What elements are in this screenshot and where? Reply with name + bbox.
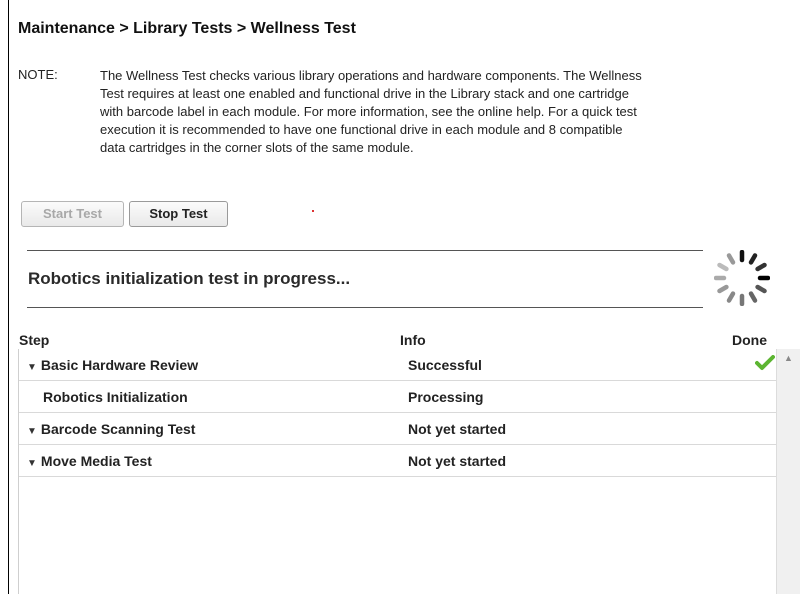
bottom-divider xyxy=(27,307,703,308)
red-dot xyxy=(312,210,314,212)
stop-test-button[interactable]: Stop Test xyxy=(129,201,228,227)
note-line: Test requires at least one enabled and f… xyxy=(100,86,629,101)
note-label: NOTE: xyxy=(18,67,58,82)
table-row[interactable]: Robotics Initialization Processing xyxy=(19,381,777,413)
step-cell: ▼ Move Media Test xyxy=(27,453,152,469)
check-icon xyxy=(755,355,775,370)
info-cell: Processing xyxy=(408,389,484,405)
grid-header: Step Info Done xyxy=(18,329,772,349)
column-done[interactable]: Done xyxy=(732,332,767,348)
table-row[interactable]: ▼ Basic Hardware Review Successful xyxy=(19,349,777,381)
start-test-button[interactable]: Start Test xyxy=(21,201,124,227)
loading-spinner-icon xyxy=(714,250,770,306)
grid-scrollbar[interactable]: ▲ xyxy=(776,349,800,594)
column-info[interactable]: Info xyxy=(400,332,426,348)
status-text: Robotics initialization test in progress… xyxy=(28,269,351,288)
note-line: execution it is recommended to have one … xyxy=(100,122,623,137)
expand-caret-icon[interactable]: ▼ xyxy=(27,458,37,469)
table-row[interactable]: ▼ Move Media Test Not yet started xyxy=(19,445,777,477)
step-cell: ▼ Barcode Scanning Test xyxy=(27,421,196,437)
scroll-up-icon[interactable]: ▲ xyxy=(784,353,793,363)
top-divider xyxy=(27,250,703,251)
info-cell: Not yet started xyxy=(408,421,507,437)
grid-body: ▼ Basic Hardware Review Successful Roboti… xyxy=(18,349,777,594)
note-line: data cartridges in the corner slots of t… xyxy=(100,140,414,155)
info-cell: Not yet started xyxy=(408,453,507,469)
step-cell: Robotics Initialization xyxy=(43,389,188,405)
note-line: with barcode label in each module. For m… xyxy=(100,104,637,119)
expand-caret-icon[interactable]: ▼ xyxy=(27,362,37,373)
info-cell: Successful xyxy=(408,357,482,373)
note-line: The Wellness Test checks various library… xyxy=(100,68,642,83)
table-row[interactable]: ▼ Barcode Scanning Test Not yet started xyxy=(19,413,777,445)
note-text: The Wellness Test checks various library… xyxy=(100,67,801,157)
expand-caret-icon[interactable]: ▼ xyxy=(27,426,37,437)
column-step[interactable]: Step xyxy=(19,332,49,348)
breadcrumb: Maintenance > Library Tests > Wellness T… xyxy=(18,20,356,37)
step-cell: ▼ Basic Hardware Review xyxy=(27,357,199,373)
